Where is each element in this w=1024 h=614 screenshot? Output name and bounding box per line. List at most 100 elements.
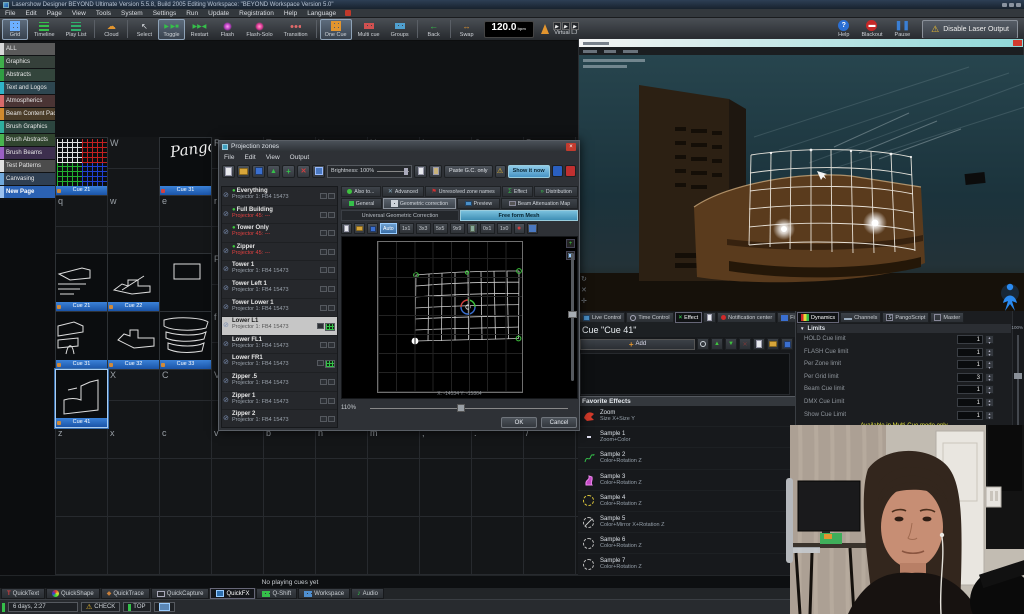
tab-pangoscript[interactable]: SPangoScript (882, 312, 929, 323)
mesh-split-button[interactable] (467, 223, 478, 234)
zone-row-tower-only[interactable]: ⊘●Tower OnlyProjector 45: --- (222, 224, 337, 243)
zone-link-icon[interactable]: ⊘ (223, 414, 229, 422)
bottom-tab-workspace[interactable]: Workspace (298, 588, 350, 599)
zone-toggles[interactable] (320, 249, 335, 255)
zone-link-icon[interactable]: ⊘ (223, 358, 229, 366)
metronome-icon[interactable] (541, 24, 549, 34)
zone-link-icon[interactable]: ⊘ (223, 321, 229, 329)
menu-update[interactable]: Update (203, 9, 234, 18)
sidebar-item-atmospherics[interactable]: Atmospherics (0, 95, 55, 107)
tab-distribution[interactable]: »Distribution (534, 186, 578, 197)
mesh-density-9x9[interactable]: 9x9 (450, 223, 465, 234)
bpm-display[interactable]: 120.0bpm (484, 21, 534, 38)
save-button[interactable] (252, 165, 265, 178)
cue-cell-cue-21[interactable]: Cue 21 (55, 137, 108, 196)
export-button[interactable]: ▲ (267, 165, 280, 178)
limit-value-input[interactable]: 1 (957, 411, 983, 420)
favorite-effect-sample-5[interactable]: Sample 5Color+Mirror X+Rotation Z (578, 512, 795, 533)
delete-effect-icon[interactable]: ✕ (739, 338, 751, 350)
sidebar-item-brush-graphics[interactable]: Brush Graphics (0, 121, 55, 133)
zone-settings-button[interactable] (312, 165, 325, 178)
segment-universal-geometric-correction[interactable]: Universal Geometric Correction (341, 210, 459, 221)
cue-cell-cue-32[interactable]: Cue 32 (107, 311, 160, 370)
tab-effect[interactable]: ΣEffect (502, 186, 533, 197)
sidebar-item-beam-content-pack[interactable]: Beam Content Pack (0, 108, 55, 120)
zone-row-lower-fr1[interactable]: ⊘Lower FR1Projector 1: FB4 15473 (222, 354, 337, 373)
move-up-icon[interactable]: ▲ (711, 338, 723, 350)
zone-row-tower-left-1[interactable]: ⊘Tower Left 1Projector 1: FB4 15473 (222, 280, 337, 299)
zone-toggles[interactable] (320, 398, 335, 404)
zone-toggles[interactable] (320, 416, 335, 422)
zone-row-zipper-5[interactable]: ⊘Zipper .5Projector 1: FB4 15473 (222, 373, 337, 392)
dialog-menu-output[interactable]: Output (285, 154, 315, 161)
mesh-density-5x5[interactable]: 5x5 (433, 223, 448, 234)
zone-toggles[interactable] (320, 379, 335, 385)
display-button[interactable] (154, 602, 175, 612)
favorite-effect-sample-7[interactable]: Sample 7Color+Rotation Z (578, 554, 795, 575)
delete-zone-button[interactable]: ✕ (297, 165, 310, 178)
favorite-effect-sample-6[interactable]: Sample 6Color+Rotation Z (578, 533, 795, 554)
zone-row-tower-1[interactable]: ⊘Tower 1Projector 1: FB4 15473 (222, 261, 337, 280)
cue-cell-cue-21[interactable]: Cue 21 (55, 253, 108, 312)
sidebar-item-test-patterns[interactable]: Test Patterns (0, 160, 55, 172)
tab-dynamics[interactable]: Dynamics (797, 312, 839, 323)
spinner-control[interactable]: ▲▼ (985, 335, 994, 344)
tab-preview[interactable]: Preview (457, 198, 500, 209)
new-zone-button[interactable] (222, 165, 235, 178)
segment-free-form-mesh[interactable]: Free form Mesh (460, 210, 578, 221)
virtual-lj-button[interactable]: ▶▶▶ Virtual LJ (553, 22, 579, 36)
toolbar-flash-solo-button[interactable]: Flash-Solo (241, 19, 277, 40)
tab-beam-attenuation-map[interactable]: Beam Attenuation Map (501, 198, 578, 209)
toolbar-timeline-button[interactable]: Timeline (29, 19, 60, 40)
limit-value-input[interactable]: 1 (957, 398, 983, 407)
bottom-tab-q-shift[interactable]: Q-Shift (256, 588, 297, 599)
sidebar-item-new-page[interactable]: New Page (0, 186, 55, 198)
bottom-tab-quicktrace[interactable]: ◆QuickTrace (101, 588, 150, 599)
canvas-vertical-slider-handle[interactable] (568, 311, 577, 318)
copy-gc-button[interactable] (414, 165, 427, 178)
menu-edit[interactable]: Edit (20, 9, 41, 18)
check-box[interactable]: ⚠CHECK (81, 602, 120, 612)
move-down-icon[interactable]: ▼ (725, 338, 737, 350)
cue-cell-cue-33[interactable]: Cue 33 (159, 311, 212, 370)
toolbar-play-list-button[interactable]: Play List (61, 19, 92, 40)
master-slider-handle[interactable] (1014, 373, 1022, 379)
mesh-density-1x1[interactable]: 1x1 (399, 223, 414, 234)
bottom-tab-quicktext[interactable]: TQuickText (1, 588, 45, 599)
limit-value-input[interactable]: 1 (957, 335, 983, 344)
zone-toggles[interactable] (320, 230, 335, 236)
open-button[interactable] (237, 165, 250, 178)
zone-link-icon[interactable]: ⊘ (223, 396, 229, 404)
cue-cell-s3[interactable] (159, 253, 212, 312)
close-icon[interactable]: × (566, 143, 576, 151)
zone-row-tower-lower-1[interactable]: ⊘Tower Lower 1Projector 1: FB4 15473 (222, 299, 337, 318)
zone-link-icon[interactable]: ⊘ (223, 191, 229, 199)
close-icon[interactable] (1013, 40, 1022, 46)
add-node-icon[interactable]: + (566, 239, 575, 248)
sidebar-item-graphics[interactable]: Graphics (0, 56, 55, 68)
zone-toggles[interactable] (320, 305, 335, 311)
toolbar-flash-button[interactable]: Flash (214, 19, 240, 40)
top-box[interactable]: TOP (123, 602, 150, 612)
cue-cell-cue-22[interactable]: Cue 22 (107, 253, 160, 312)
zone-row-zipper-1[interactable]: ⊘Zipper 1Projector 1: FB4 15473 (222, 392, 337, 411)
paste-gc-only-button[interactable]: Paste G.C. only (444, 165, 493, 178)
tab-general[interactable]: General (341, 198, 382, 209)
sidebar-item-brush-beams[interactable]: Brush Beams (0, 147, 55, 159)
save-file-icon[interactable] (781, 338, 793, 350)
visualization-menu-bar[interactable] (579, 47, 1023, 55)
limits-section-header[interactable]: ▼ Limits (797, 324, 1011, 333)
tab-also-to[interactable]: Also to... (341, 186, 381, 197)
toolbar-multi-cue-button[interactable]: Multi cue (353, 19, 385, 40)
menu-view[interactable]: View (67, 9, 91, 18)
menu-settings[interactable]: Settings (148, 9, 182, 18)
menu-tool-icon[interactable] (345, 10, 351, 16)
menu-tools[interactable]: Tools (91, 9, 116, 18)
effect-stack-list[interactable] (580, 353, 790, 395)
bottom-tab-quickfx[interactable]: QuickFX (210, 588, 255, 599)
dialog-title-bar[interactable]: Projection zones × (219, 141, 579, 152)
master-slider-strip[interactable]: 100% (1012, 311, 1024, 430)
sidebar-item-brush-abstracts[interactable]: Brush Abstracts (0, 134, 55, 146)
zone-toggles[interactable] (320, 193, 335, 199)
zone-row-full-building[interactable]: ⊘●Full BuildingProjector 45: --- (222, 206, 337, 225)
